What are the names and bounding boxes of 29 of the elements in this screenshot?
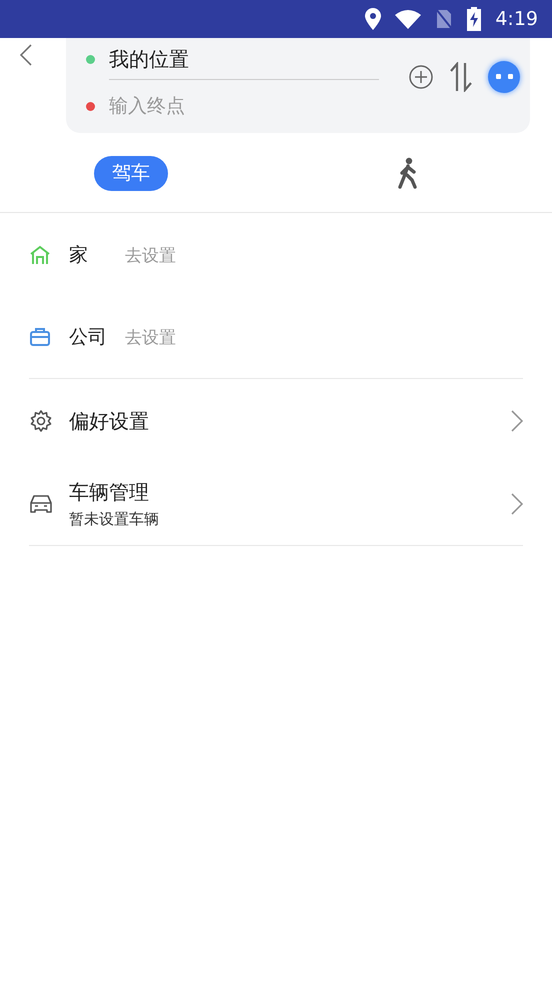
briefcase-icon <box>29 327 51 347</box>
location-pin-icon <box>365 8 382 30</box>
drive-mode-tab[interactable]: 驾车 <box>94 156 168 190</box>
chevron-right-icon <box>511 493 523 515</box>
no-sim-icon <box>435 8 454 30</box>
assistant-avatar-button[interactable] <box>488 60 520 92</box>
battery-charging-icon <box>467 7 482 31</box>
origin-field[interactable]: 我的位置 <box>109 46 189 72</box>
clock-time: 4:19 <box>495 8 538 30</box>
walking-person-icon <box>396 157 418 189</box>
swap-button[interactable] <box>448 62 474 92</box>
settings-icon <box>29 409 53 433</box>
settings-row[interactable]: 车辆管理 暂未设置车辆 <box>0 463 552 545</box>
destination-input[interactable]: 输入终点 <box>109 95 359 117</box>
house-icon <box>29 245 51 265</box>
settings-row[interactable]: 偏好设置 <box>0 379 552 463</box>
settings-subtitle: 暂未设置车辆 <box>69 510 160 529</box>
place-row[interactable]: 公司 去设置 <box>0 296 552 378</box>
wifi-icon <box>395 9 422 29</box>
car-icon <box>29 493 53 515</box>
settings-title: 车辆管理 <box>69 479 150 506</box>
settings-title: 偏好设置 <box>69 408 150 434</box>
destination-dot <box>86 102 95 110</box>
place-name: 家 <box>69 243 89 268</box>
place-name: 公司 <box>69 325 108 350</box>
add-stop-button[interactable] <box>408 64 434 90</box>
place-row[interactable]: 家 去设置 <box>0 214 552 296</box>
origin-dot <box>86 54 95 64</box>
chevron-right-icon <box>511 410 523 432</box>
